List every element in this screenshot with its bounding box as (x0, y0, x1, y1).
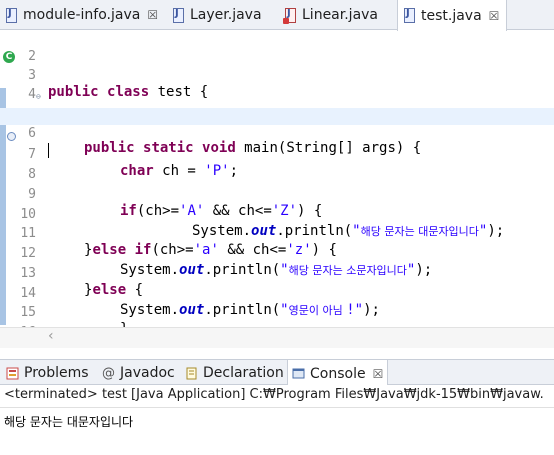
code-line: 15 } (0, 287, 554, 337)
divider (0, 407, 554, 408)
code-line: 11 }else if(ch>='a' && ch<='z') { (0, 208, 554, 258)
tab-module-info[interactable]: module-info.java ☒ (0, 0, 166, 30)
code-line: 8 (0, 149, 554, 182)
code-line: 14 System.out.println("영문이 아님 !"); (0, 268, 554, 318)
code-line: 16 (0, 307, 554, 340)
tab-linear[interactable]: Linear.java (279, 0, 395, 30)
code-line: 4 (0, 69, 554, 102)
close-icon[interactable]: ☒ (147, 8, 158, 22)
console-status: <terminated> test [Java Application] C:₩… (4, 387, 544, 402)
tab-label: Layer.java (190, 7, 262, 23)
console-icon (292, 367, 305, 380)
java-file-error-icon (283, 7, 296, 24)
declaration-icon (185, 367, 198, 380)
tab-label: Problems (24, 365, 89, 381)
code-line-current: 6 (0, 108, 554, 158)
java-file-icon (173, 7, 184, 23)
tab-declaration[interactable]: Declaration (185, 360, 284, 386)
code-line: 13 }else { (0, 248, 554, 298)
tab-label: test.java (421, 7, 482, 24)
tab-label: Javadoc (120, 365, 175, 381)
code-line: 10 System.out.println("해당 문자는 대문자입니다"); (0, 189, 554, 239)
java-file-icon (6, 7, 17, 23)
code-line: 3 public class test { (0, 50, 554, 100)
tab-problems[interactable]: Problems (6, 360, 89, 386)
tab-test[interactable]: test.java ☒ (397, 0, 507, 31)
tab-label: Console (310, 365, 366, 382)
tab-label: Linear.java (302, 7, 379, 23)
javadoc-icon: @ (102, 365, 115, 381)
fold-toggle-icon[interactable]: ⊖ (36, 88, 41, 105)
tab-label: Declaration (203, 365, 284, 381)
java-file-icon (404, 8, 415, 23)
code-editor[interactable]: C 2 3 public class test { 4 5 ⊖ public s… (0, 31, 554, 349)
scroll-left-icon[interactable]: ‹ (48, 328, 54, 344)
console-view[interactable]: <terminated> test [Java Application] C:₩… (0, 385, 554, 455)
horizontal-scrollbar[interactable]: ‹ (0, 327, 554, 348)
code-line: 9 if(ch>='A' && ch<='Z') { (0, 169, 554, 219)
code-line: 7 char ch = 'P'; (0, 129, 554, 179)
close-icon[interactable]: ☒ (373, 367, 384, 381)
tab-javadoc[interactable]: @ Javadoc (102, 360, 175, 386)
tab-label: module-info.java (23, 7, 141, 23)
tab-layer[interactable]: Layer.java (167, 0, 279, 30)
bottom-panel-tab-bar: Problems @ Javadoc Declaration Console ☒ (0, 359, 554, 387)
editor-tab-bar: module-info.java ☒ Layer.java Linear.jav… (0, 0, 554, 31)
code-line: 2 (0, 31, 554, 64)
tab-console[interactable]: Console ☒ (287, 360, 389, 387)
code-line: 12 System.out.println("해당 문자는 소문자입니다"); (0, 228, 554, 278)
console-output: 해당 문자는 대문자입니다 (4, 415, 134, 429)
problems-icon (6, 367, 19, 380)
close-icon[interactable]: ☒ (489, 9, 500, 23)
code-line: 5 ⊖ public static void main(String[] arg… (0, 88, 554, 156)
